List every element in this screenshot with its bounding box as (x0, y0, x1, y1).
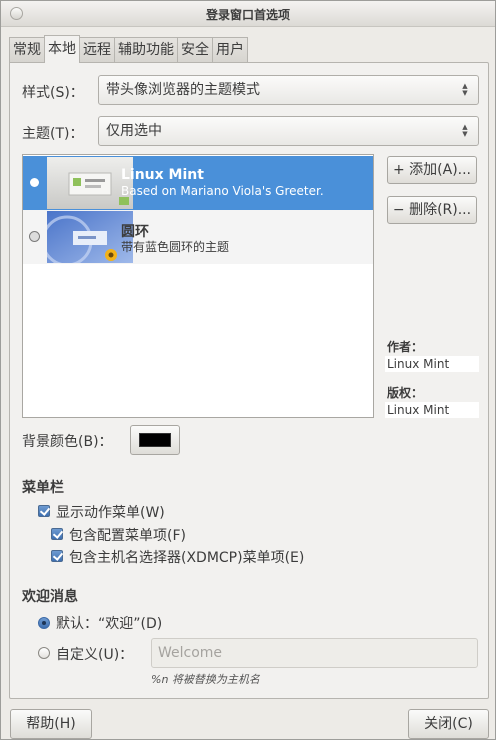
color-swatch (139, 433, 171, 447)
minus-icon: − (392, 202, 405, 218)
remove-theme-button[interactable]: − 删除(R)... (387, 196, 477, 224)
tab-remote[interactable]: 远程 (79, 37, 115, 63)
style-combo-value: 带头像浏览器的主题模式 (106, 82, 260, 98)
plus-icon: + (392, 162, 405, 178)
theme-thumbnail (47, 157, 133, 209)
style-combo[interactable]: 带头像浏览器的主题模式 ▲ ▼ (98, 75, 479, 105)
theme-name: Linux Mint (121, 167, 204, 183)
theme-row-ring[interactable]: 圆环 带有蓝色圆环的主题 (23, 210, 373, 267)
add-theme-button[interactable]: + 添加(A)... (387, 156, 477, 184)
author-label: 作者： (387, 340, 424, 354)
combo-arrows-icon: ▲ ▼ (462, 82, 468, 97)
welcome-custom-label: 自定义(U)： (56, 647, 134, 663)
show-actions-label: 显示动作菜单(W) (56, 505, 165, 521)
copyright-label: 版权： (387, 386, 424, 400)
author-value: Linux Mint (385, 356, 479, 372)
tab-general[interactable]: 常规 (9, 37, 45, 63)
welcome-default-radio[interactable] (38, 617, 50, 629)
include-config-label: 包含配置菜单项(F) (69, 528, 186, 544)
tab-users[interactable]: 用户 (212, 37, 248, 63)
theme-combo-value: 仅用选中 (106, 123, 162, 139)
help-button[interactable]: 帮助(H) (10, 709, 92, 739)
welcome-custom-radio[interactable] (38, 647, 50, 659)
background-color-button[interactable] (130, 425, 180, 455)
title-bar: 登录窗口首选项 (1, 1, 495, 27)
include-config-checkbox[interactable] (51, 528, 63, 540)
background-color-label: 背景颜色(B)： (22, 434, 113, 450)
theme-radio-icon[interactable] (29, 231, 40, 242)
style-label: 样式(S)： (22, 85, 84, 101)
welcome-section-title: 欢迎消息 (22, 589, 78, 605)
theme-combo[interactable]: 仅用选中 ▲ ▼ (98, 116, 479, 146)
welcome-hint: %n 将被替换为主机名 (151, 673, 260, 686)
welcome-default-label: 默认：“欢迎”(D) (56, 616, 163, 632)
tab-local[interactable]: 本地 (44, 35, 80, 63)
tab-bar: 常规 本地 远程 辅助功能 安全 用户 (9, 35, 248, 63)
theme-description: 带有蓝色圆环的主题 (121, 240, 230, 254)
menubar-section-title: 菜单栏 (22, 480, 64, 496)
combo-arrows-icon: ▲ ▼ (462, 123, 468, 138)
welcome-custom-input[interactable]: Welcome (151, 638, 478, 668)
close-button[interactable]: 关闭(C) (408, 709, 489, 739)
window-title: 登录窗口首选项 (205, 8, 290, 22)
include-chooser-checkbox[interactable] (51, 550, 63, 562)
copyright-value: Linux Mint (385, 402, 479, 418)
theme-row-linux-mint[interactable]: Linux Mint Based on Mariano Viola's Gree… (23, 156, 373, 210)
tab-security[interactable]: 安全 (177, 37, 213, 63)
theme-list[interactable]: Linux Mint Based on Mariano Viola's Gree… (22, 154, 374, 418)
theme-radio-icon[interactable] (30, 178, 39, 187)
login-window-preferences: 登录窗口首选项 常规 本地 远程 辅助功能 安全 用户 样式(S)： 带头像浏览… (0, 0, 496, 740)
tab-accessibility[interactable]: 辅助功能 (114, 37, 178, 63)
theme-description: Based on Mariano Viola's Greeter. (121, 184, 324, 198)
show-actions-checkbox[interactable] (38, 505, 50, 517)
include-chooser-label: 包含主机名选择器(XDMCP)菜单项(E) (69, 550, 305, 566)
theme-label: 主题(T)： (22, 126, 84, 142)
